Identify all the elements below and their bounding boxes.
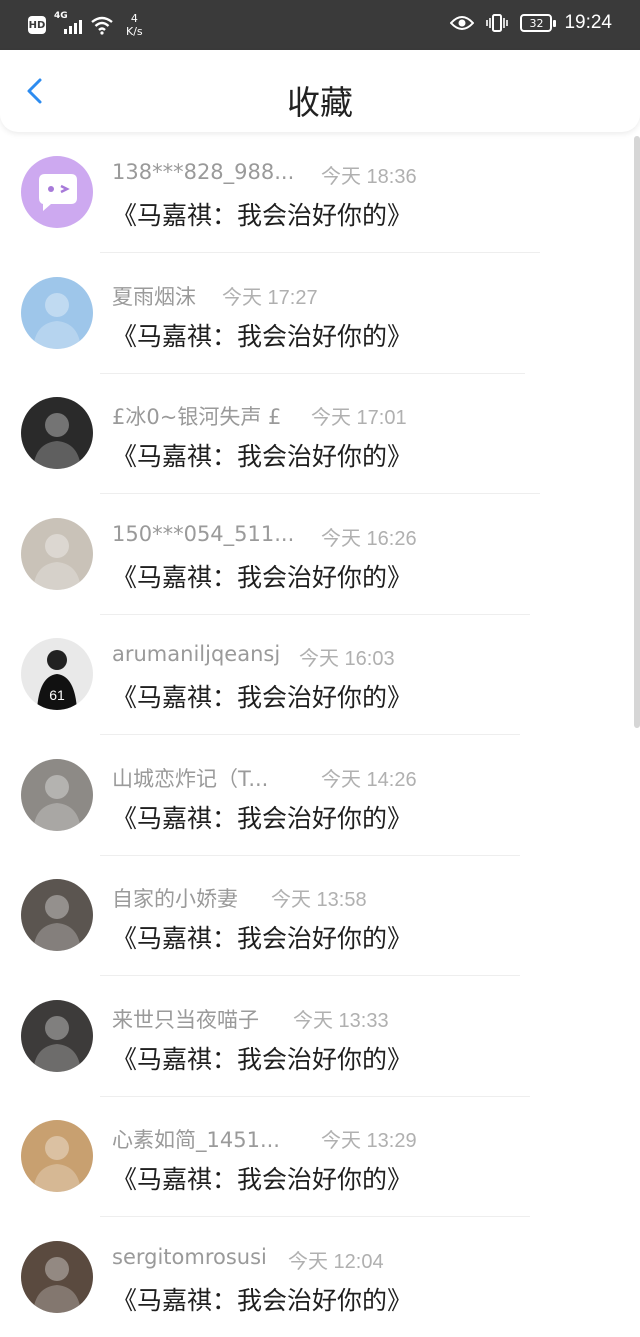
timestamp: 今天 12:04	[288, 1245, 384, 1274]
favorite-title: 《马嘉祺：我会治好你的》	[112, 437, 412, 473]
person-silhouette-icon	[21, 879, 93, 951]
list-item[interactable]: sergitomrosusi 今天 12:04 《马嘉祺：我会治好你的》	[0, 1217, 640, 1337]
user-name: arumaniljqeansj	[112, 642, 280, 666]
list-item[interactable]: £冰0~银河失声 £ 今天 17:01 《马嘉祺：我会治好你的》	[0, 373, 640, 494]
timestamp: 今天 13:29	[321, 1124, 417, 1153]
chat-bubble-icon	[21, 156, 93, 228]
avatar[interactable]	[21, 759, 93, 831]
network-speed: 4 K/s	[126, 12, 143, 38]
favorite-title: 《马嘉祺：我会治好你的》	[112, 678, 412, 714]
timestamp: 今天 18:36	[321, 160, 417, 189]
user-name: 150***054_511...	[112, 522, 294, 546]
avatar[interactable]	[21, 277, 93, 349]
avatar[interactable]: 61	[21, 638, 93, 710]
scrollbar[interactable]	[634, 136, 640, 728]
favorite-title: 《马嘉祺：我会治好你的》	[112, 317, 412, 353]
page-title: 收藏	[0, 76, 640, 124]
person-silhouette-icon	[21, 277, 93, 349]
avatar[interactable]	[21, 397, 93, 469]
timestamp: 今天 17:01	[311, 401, 407, 430]
avatar[interactable]	[21, 1000, 93, 1072]
list-item[interactable]: 来世只当夜喵子 今天 13:33 《马嘉祺：我会治好你的》	[0, 976, 640, 1097]
user-name: 心素如简_1451...	[112, 1124, 280, 1154]
person-silhouette-icon	[21, 518, 93, 590]
list-item[interactable]: 150***054_511... 今天 16:26 《马嘉祺：我会治好你的》	[0, 494, 640, 615]
favorite-title: 《马嘉祺：我会治好你的》	[112, 196, 412, 232]
user-name: 山城恋炸记（T...	[112, 763, 268, 793]
timestamp: 今天 14:26	[321, 763, 417, 792]
user-name: 自家的小娇妻	[112, 883, 238, 913]
favorites-list: 138***828_988...今天 18:36《马嘉祺：我会治好你的》夏雨烟沫…	[0, 132, 640, 1337]
user-name: 来世只当夜喵子	[112, 1004, 259, 1034]
list-item[interactable]: 山城恋炸记（T... 今天 14:26 《马嘉祺：我会治好你的》	[0, 735, 640, 856]
favorite-title: 《马嘉祺：我会治好你的》	[112, 1040, 412, 1076]
header-bar: 收藏	[0, 50, 640, 132]
wifi-icon	[90, 15, 114, 35]
user-name: £冰0~银河失声 £	[112, 401, 281, 431]
person-silhouette-icon	[21, 1120, 93, 1192]
favorite-title: 《马嘉祺：我会治好你的》	[112, 1281, 412, 1317]
favorite-title: 《马嘉祺：我会治好你的》	[112, 799, 412, 835]
list-item[interactable]: 自家的小娇妻 今天 13:58 《马嘉祺：我会治好你的》	[0, 855, 640, 976]
svg-text:61: 61	[49, 687, 65, 703]
speed-value: 4	[131, 12, 138, 25]
favorite-title: 《马嘉祺：我会治好你的》	[112, 1160, 412, 1196]
user-name: sergitomrosusi	[112, 1245, 267, 1269]
user-name: 138***828_988...	[112, 160, 294, 184]
list-item[interactable]: 夏雨烟沫今天 17:27 《马嘉祺：我会治好你的》	[0, 253, 640, 374]
vibrate-icon	[486, 13, 508, 33]
timestamp: 今天 16:03	[299, 642, 395, 671]
hd-icon: HD	[28, 16, 46, 34]
person-silhouette-icon	[21, 759, 93, 831]
timestamp: 今天 17:27	[222, 281, 318, 310]
user-name: 夏雨烟沫	[112, 281, 196, 311]
timestamp: 今天 13:33	[293, 1004, 389, 1033]
clock: 19:24	[564, 12, 612, 34]
speed-unit: K/s	[126, 25, 143, 38]
list-item[interactable]: 心素如简_1451... 今天 13:29 《马嘉祺：我会治好你的》	[0, 1096, 640, 1217]
jersey-icon: 61	[21, 638, 93, 710]
avatar[interactable]	[21, 879, 93, 951]
person-silhouette-icon	[21, 1000, 93, 1072]
eye-icon	[450, 15, 474, 31]
person-silhouette-icon	[21, 1241, 93, 1313]
avatar[interactable]	[21, 156, 93, 228]
battery-icon: 32	[520, 14, 552, 32]
favorite-title: 《马嘉祺：我会治好你的》	[112, 919, 412, 955]
timestamp: 今天 16:26	[321, 522, 417, 551]
avatar[interactable]	[21, 518, 93, 590]
signal-icon: 4G	[54, 14, 82, 36]
avatar[interactable]	[21, 1120, 93, 1192]
list-item[interactable]: 138***828_988... 今天 18:36 《马嘉祺：我会治好你的》	[0, 132, 640, 253]
person-silhouette-icon	[21, 397, 93, 469]
list-item[interactable]: 61 arumaniljqeansj 今天 16:03 《马嘉祺：我会治好你的》	[0, 614, 640, 735]
timestamp: 今天 13:58	[271, 883, 367, 912]
favorite-title: 《马嘉祺：我会治好你的》	[112, 558, 412, 594]
avatar[interactable]	[21, 1241, 93, 1313]
status-bar: HD 4G 4 K/s 32 19:24	[0, 0, 640, 50]
